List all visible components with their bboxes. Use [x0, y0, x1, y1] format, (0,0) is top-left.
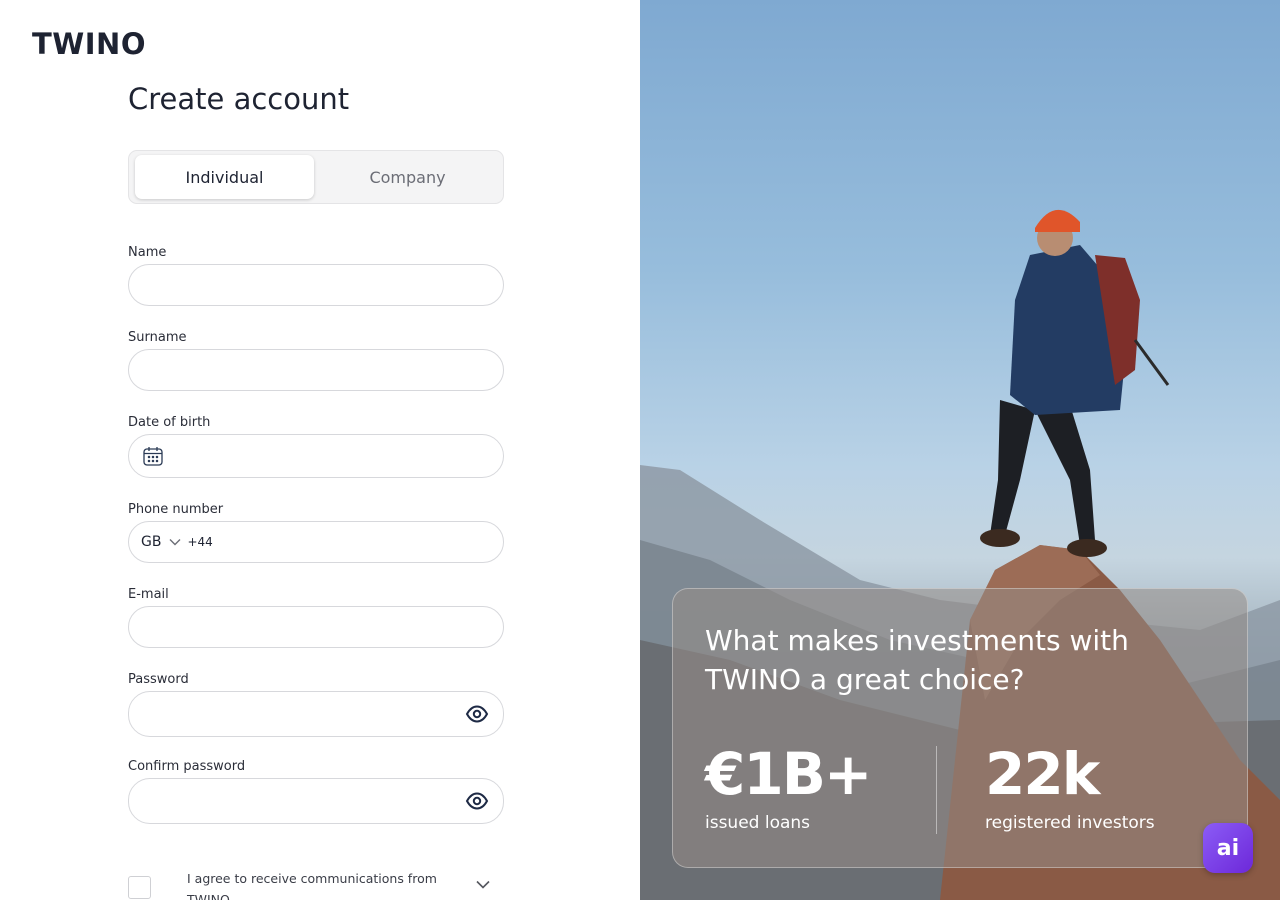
stat-investors-value: 22k — [985, 740, 1100, 808]
dob-input[interactable] — [173, 448, 491, 464]
confirm-password-label: Confirm password — [128, 759, 246, 774]
phone-label: Phone number — [128, 502, 224, 517]
stat-issued-loans-label: issued loans — [705, 813, 811, 833]
dob-label: Date of birth — [128, 415, 211, 430]
password-input[interactable] — [141, 706, 491, 722]
stat-investors-label: registered investors — [985, 813, 1155, 833]
name-label: Name — [128, 245, 167, 260]
dial-code: +44 — [187, 535, 213, 549]
surname-field-group: Surname — [128, 330, 504, 391]
account-type-toggle: Individual Company — [128, 150, 504, 204]
promo-title: What makes investments with TWINO a grea… — [705, 624, 1129, 696]
surname-input[interactable] — [141, 362, 491, 378]
country-code-value: GB — [141, 534, 162, 550]
password-label: Password — [128, 672, 189, 687]
phone-input[interactable] — [212, 534, 491, 550]
phone-field[interactable]: GB +44 — [128, 521, 504, 563]
calendar-icon[interactable] — [141, 444, 165, 468]
phone-field-group: Phone number GB +44 — [128, 502, 504, 563]
name-input[interactable] — [141, 277, 491, 293]
dob-field[interactable] — [128, 434, 504, 478]
ai-assistant-label: ai — [1216, 835, 1240, 861]
promo-card: What makes investments with TWINO a grea… — [672, 588, 1248, 868]
tab-company[interactable]: Company — [318, 155, 497, 199]
country-code-select[interactable]: GB — [141, 534, 181, 550]
surname-field[interactable] — [128, 349, 504, 391]
chevron-down-icon — [169, 539, 181, 546]
chevron-down-icon[interactable] — [476, 880, 490, 889]
confirm-password-field[interactable] — [128, 778, 504, 824]
stat-issued-loans-value: €1B+ — [705, 740, 873, 808]
password-field[interactable] — [128, 691, 504, 737]
ai-assistant-button[interactable]: ai — [1203, 823, 1253, 873]
show-confirm-password-eye-icon[interactable] — [465, 789, 489, 813]
email-label: E-mail — [128, 587, 169, 602]
surname-label: Surname — [128, 330, 187, 345]
signup-panel: TWINO Create account Individual Company … — [0, 0, 640, 900]
tab-individual[interactable]: Individual — [135, 155, 314, 199]
communications-consent: I agree to receive communications from T… — [128, 868, 504, 900]
name-field[interactable] — [128, 264, 504, 306]
email-field-group: E-mail — [128, 587, 504, 648]
confirm-password-input[interactable] — [141, 793, 491, 809]
consent-checkbox[interactable] — [128, 876, 151, 899]
email-input[interactable] — [141, 619, 491, 635]
confirm-password-field-group: Confirm password — [128, 759, 504, 824]
dob-field-group: Date of birth — [128, 415, 504, 478]
hero-panel: What makes investments with TWINO a grea… — [640, 0, 1280, 900]
page-title: Create account — [128, 82, 350, 116]
password-field-group: Password — [128, 672, 504, 737]
consent-text: I agree to receive communications from T… — [187, 871, 437, 900]
show-password-eye-icon[interactable] — [465, 702, 489, 726]
email-field[interactable] — [128, 606, 504, 648]
stat-divider — [936, 746, 937, 834]
create-account-form: Create account Individual Company Name S… — [128, 80, 504, 824]
twino-logo[interactable]: TWINO — [32, 27, 146, 61]
name-field-group: Name — [128, 245, 504, 306]
